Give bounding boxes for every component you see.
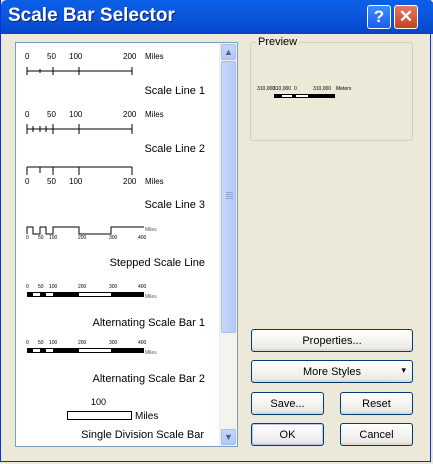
units-label: Miles — [145, 227, 157, 233]
reset-button[interactable]: Reset — [340, 392, 413, 415]
list-item-scale-line-2[interactable]: 0 50 100 200 Miles Scale Line 2 — [16, 105, 221, 159]
scroll-up-button[interactable]: ▲ — [221, 44, 236, 60]
scroll-down-button[interactable]: ▼ — [221, 429, 236, 445]
list-item-scale-line-1[interactable]: 0 50 100 200 Miles Scale Line 1 — [16, 47, 221, 101]
tick-label: 400 — [138, 235, 147, 241]
tick-label: 0 — [26, 235, 29, 241]
scale-bar-selector-window: Scale Bar Selector ? ✕ 0 50 100 200 Mile… — [0, 0, 433, 462]
close-icon: ✕ — [398, 7, 414, 26]
list-item-label: Stepped Scale Line — [109, 257, 205, 269]
preview-area: 310,000 310,000 0 310,000 Meters — [254, 52, 410, 132]
tick-label: 300 — [109, 235, 118, 241]
window-title: Scale Bar Selector — [8, 5, 175, 26]
list-item-label: Scale Line 1 — [144, 85, 205, 97]
dropdown-arrow-icon: ▾ — [401, 365, 406, 375]
list-item-stepped-scale-line[interactable]: 0 50 100 200 300 400 Miles Stepped Scale… — [16, 223, 221, 277]
arrow-up-icon: ▲ — [224, 47, 233, 57]
save-label: Save... — [270, 397, 305, 410]
list-item-label: Scale Line 2 — [144, 143, 205, 155]
grip-icon — [226, 192, 233, 193]
more-styles-label: More Styles — [302, 365, 362, 378]
cancel-button[interactable]: Cancel — [340, 423, 413, 446]
properties-label: Properties... — [302, 334, 362, 347]
reset-label: Reset — [362, 397, 391, 410]
cancel-label: Cancel — [359, 428, 394, 441]
save-button[interactable]: Save... — [251, 392, 324, 415]
scale-bar-style-list[interactable]: 0 50 100 200 Miles Scale Line 1 0 50 100… — [15, 42, 238, 447]
ok-button[interactable]: OK — [251, 423, 324, 446]
title-bar[interactable]: Scale Bar Selector ? ✕ — [1, 0, 433, 34]
ok-label: OK — [279, 428, 296, 441]
scroll-thumb[interactable] — [221, 61, 236, 333]
list-item-single-division-scale-bar[interactable]: 100 Miles Single Division Scale Bar — [16, 395, 221, 446]
list-item-alternating-scale-bar-2[interactable]: 0 50 100 200 300 400 Miles Alternating S… — [16, 339, 221, 395]
help-icon: ? — [373, 7, 385, 26]
tick-label: 200 — [78, 235, 87, 241]
tick-label: 100 — [49, 235, 58, 241]
list-item-scale-line-3[interactable]: 0 50 100 200 Miles Scale Line 3 — [16, 163, 221, 217]
list-item-label: Alternating Scale Bar 1 — [92, 317, 205, 329]
list-item-label: Scale Line 3 — [144, 199, 205, 211]
preview-scale-bar-graphic — [274, 94, 335, 98]
more-styles-button[interactable]: More Styles ▾ — [251, 360, 413, 383]
properties-button[interactable]: Properties... — [251, 329, 413, 352]
list-item-alternating-scale-bar-1[interactable]: 0 50 100 200 300 400 Miles Alternating S… — [16, 283, 221, 339]
preview-legend: Preview — [256, 36, 300, 48]
tick-label: 50 — [47, 177, 56, 186]
tick-label: 100 — [69, 177, 83, 186]
arrow-down-icon: ▼ — [224, 432, 233, 442]
tick-label: 50 — [38, 235, 44, 241]
tick-label: Miles — [145, 177, 164, 186]
list-item-label: Single Division Scale Bar — [81, 429, 204, 441]
tick-label: 200 — [123, 177, 137, 186]
tick-label: 0 — [25, 177, 30, 186]
list-vertical-scrollbar[interactable]: ▲ ▼ — [219, 43, 237, 446]
list-item-label: Alternating Scale Bar 2 — [92, 373, 205, 385]
alternating-scale-bar-1-graphic — [27, 292, 144, 297]
units-label: Miles — [135, 411, 159, 422]
close-button[interactable]: ✕ — [394, 5, 418, 29]
alternating-scale-bar-2-graphic — [27, 348, 144, 353]
help-button[interactable]: ? — [367, 5, 391, 29]
